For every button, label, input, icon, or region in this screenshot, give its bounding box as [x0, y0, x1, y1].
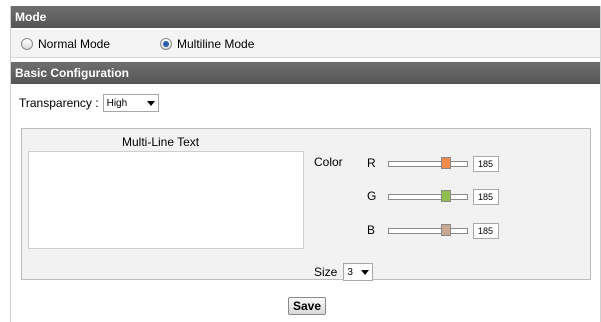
multiline-mode-option[interactable]: Multiline Mode [160, 37, 254, 51]
red-slider-track [388, 161, 468, 167]
normal-mode-label: Normal Mode [38, 37, 111, 51]
chevron-down-icon [361, 269, 370, 275]
multiline-text-label: Multi-Line Text [122, 135, 200, 149]
blue-slider-track [388, 228, 468, 234]
green-slider-thumb[interactable] [441, 190, 451, 202]
blue-value-field[interactable]: 185 [473, 223, 499, 239]
settings-frame: Mode Normal Mode Multiline Mode Basic Co… [10, 6, 601, 322]
color-label: Color [314, 155, 343, 169]
multiline-text-input[interactable] [28, 151, 304, 249]
transparency-row: Transparency : High [19, 94, 159, 112]
green-label: G [367, 189, 377, 203]
red-slider-thumb[interactable] [441, 157, 451, 169]
green-slider[interactable] [388, 190, 468, 202]
normal-mode-option[interactable]: Normal Mode [21, 37, 110, 51]
multiline-panel: Multi-Line Text Color R 185 G 185 B 185 … [21, 128, 591, 281]
chevron-down-icon [146, 100, 155, 106]
transparency-value: High [106, 97, 128, 109]
red-value-field[interactable]: 185 [473, 156, 499, 172]
blue-slider[interactable] [388, 224, 468, 236]
multiline-mode-label: Multiline Mode [177, 37, 255, 51]
multiline-mode-radio[interactable] [160, 38, 172, 50]
transparency-select[interactable]: High [102, 94, 159, 112]
size-row: Size 3 [314, 263, 374, 281]
size-label: Size [314, 265, 338, 279]
red-slider[interactable] [388, 157, 468, 169]
basic-config-header: Basic Configuration [11, 62, 600, 84]
size-select[interactable]: 3 [343, 263, 374, 281]
green-value-field[interactable]: 185 [473, 189, 499, 205]
save-button[interactable]: Save [288, 297, 326, 315]
normal-mode-radio[interactable] [21, 38, 33, 50]
blue-slider-thumb[interactable] [441, 224, 451, 236]
mode-options-row: Normal Mode Multiline Mode [11, 30, 600, 58]
blue-label: B [367, 223, 376, 237]
red-label: R [367, 156, 376, 170]
green-slider-track [388, 194, 468, 200]
transparency-label: Transparency : [19, 96, 99, 110]
size-value: 3 [347, 266, 353, 278]
mode-header: Mode [11, 6, 600, 28]
